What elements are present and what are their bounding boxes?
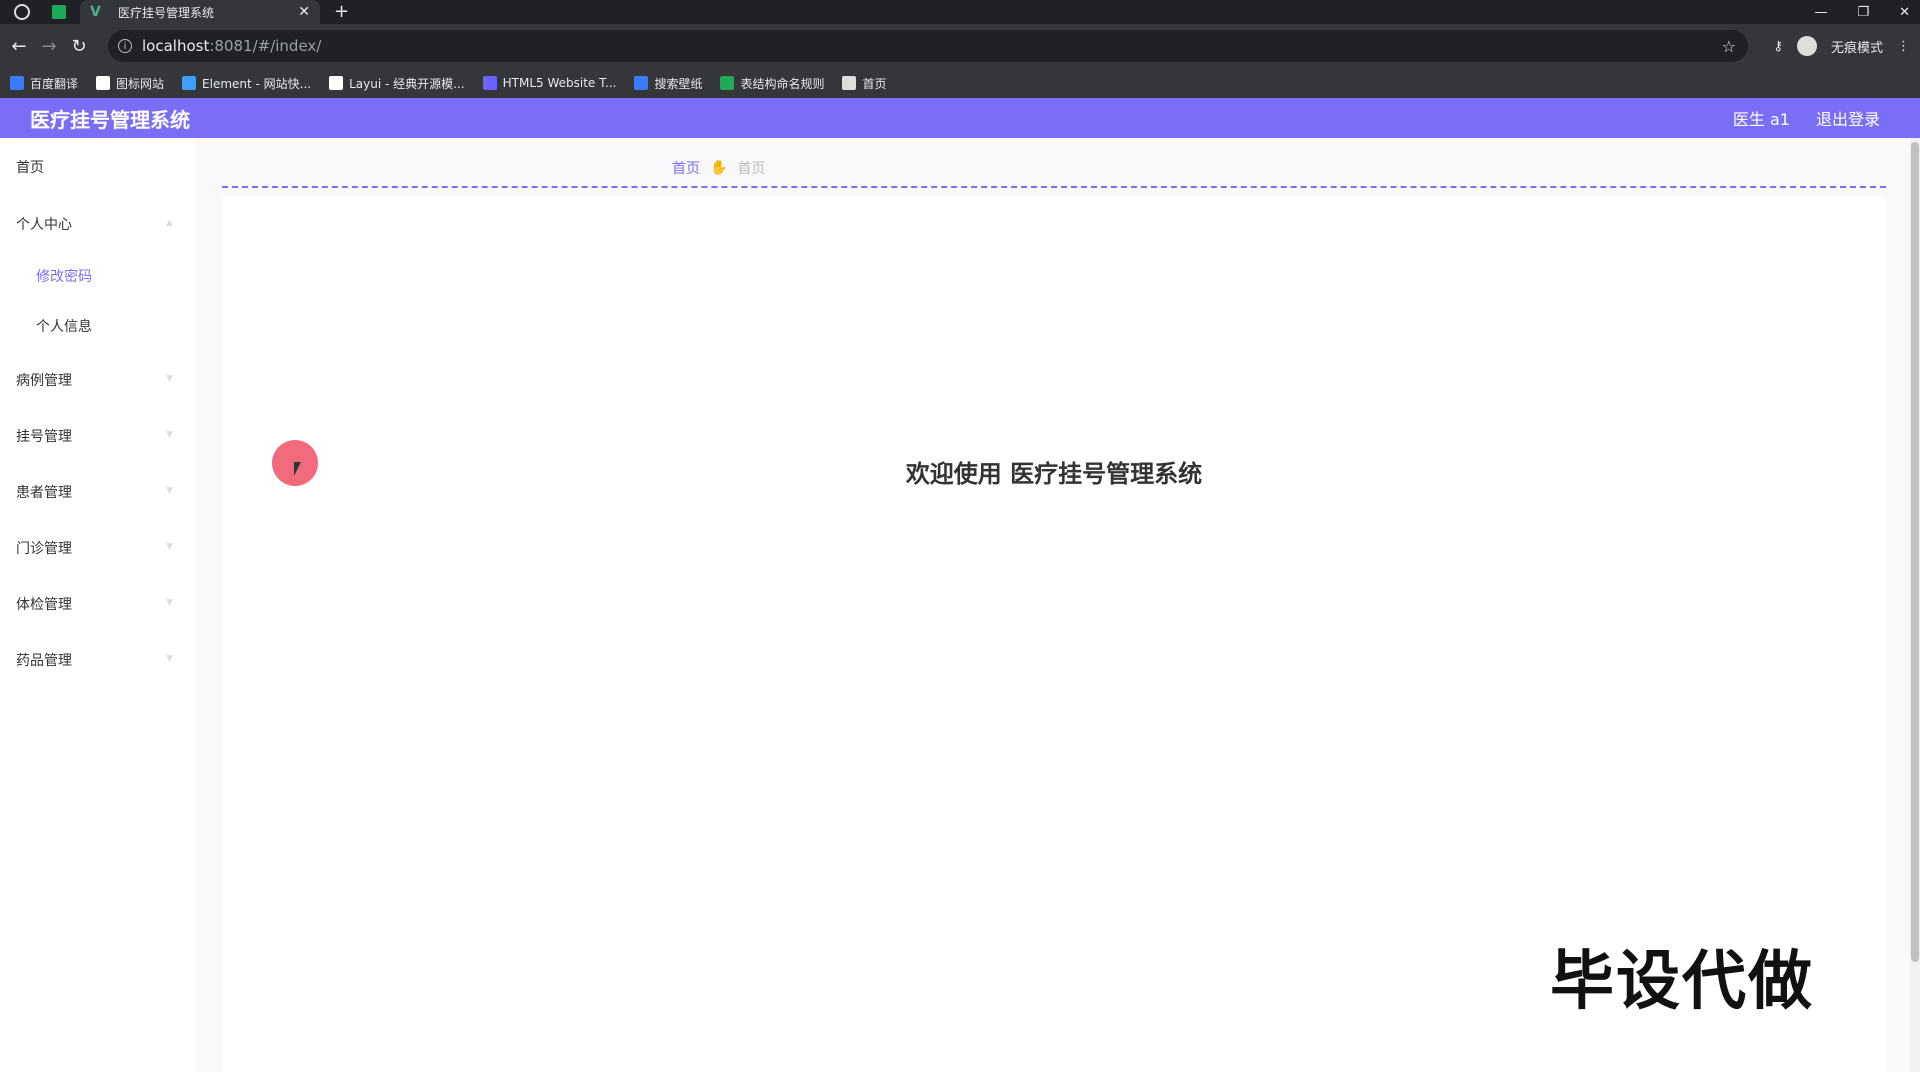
bookmark-label: 图标网站 — [116, 76, 165, 91]
chevron-down-icon: ▼ — [166, 598, 173, 608]
app-header: 医疗挂号管理系统 医生 a1 退出登录 — [0, 98, 1920, 138]
bookmark-label: Element - 网站快... — [202, 76, 312, 91]
close-window-icon[interactable]: ✕ — [1899, 5, 1910, 20]
reload-icon[interactable]: ↻ — [64, 36, 94, 57]
bookmark-favicon-icon — [634, 76, 649, 90]
logout-button[interactable]: 退出登录 — [1816, 106, 1880, 130]
page-scrollbar[interactable] — [1910, 138, 1920, 1072]
bookmark-item[interactable]: 图标网站 — [96, 75, 164, 92]
breadcrumb-current: 首页 — [737, 161, 766, 177]
breadcrumb-home[interactable]: 首页 — [672, 158, 700, 178]
sidebar-menu: 首页 个人中心 ▲ 修改密码 个人信息 病例管理 ▼ 挂号管理 ▼ 患者管理 ▼ 门诊管… — [0, 138, 196, 1072]
mouse-cursor-icon — [294, 462, 301, 476]
bookmark-item[interactable]: 百度翻译 — [10, 75, 78, 92]
bookmark-favicon-icon — [329, 76, 344, 90]
sidebar-item-label: 个人中心 — [16, 217, 72, 233]
new-tab-button[interactable]: + — [334, 1, 349, 22]
sidebar-item-registration[interactable]: 挂号管理 ▼ — [16, 426, 173, 446]
chevron-down-icon: ▼ — [166, 374, 173, 384]
breadcrumb-divider — [222, 186, 1886, 188]
sidebar-item-cases[interactable]: 病例管理 ▼ — [16, 370, 173, 390]
bookmarks-bar: 百度翻译 图标网站 Element - 网站快... Layui - 经典开源模...… — [0, 68, 1920, 98]
bookmark-label: Layui - 经典开源模... — [349, 76, 465, 91]
bookmark-favicon-icon — [720, 76, 735, 90]
bookmark-label: 搜索壁纸 — [654, 76, 703, 91]
scrollbar-thumb[interactable] — [1911, 142, 1919, 962]
key-icon[interactable]: ⚷ — [1773, 39, 1783, 54]
restore-icon[interactable]: ❐ — [1857, 5, 1869, 20]
minimize-icon[interactable]: — — [1814, 5, 1827, 20]
back-icon[interactable]: ← — [4, 36, 34, 57]
tab-close-icon[interactable]: ✕ — [298, 4, 310, 20]
bookmark-favicon-icon — [482, 76, 497, 90]
chevron-down-icon: ▼ — [166, 654, 173, 664]
breadcrumb-separator-icon: ✋ — [710, 160, 728, 176]
sidebar-item-patients[interactable]: 患者管理 ▼ — [16, 482, 173, 502]
bookmark-label: 百度翻译 — [30, 76, 79, 91]
breadcrumb: 首页 ✋ 首页 — [672, 158, 765, 178]
bookmark-label: 表结构命名规则 — [740, 76, 825, 91]
forward-icon[interactable]: → — [34, 36, 64, 57]
bookmark-item[interactable]: 首页 — [842, 75, 887, 92]
url-host: localhost — [142, 37, 210, 55]
current-user: 医生 a1 — [1732, 110, 1790, 129]
toolbar-right: ⚷ 无痕模式 ⋮ — [1773, 24, 1910, 68]
welcome-message: 欢迎使用 医疗挂号管理系统 — [905, 460, 1203, 488]
sidebar-item-personal-center[interactable]: 个人中心 ▲ — [16, 214, 173, 234]
window-controls: — ❐ ✕ — [1814, 0, 1910, 24]
bookmark-label: 首页 — [862, 76, 887, 91]
chevron-down-icon: ▼ — [166, 542, 173, 552]
menu-dots-icon[interactable]: ⋮ — [1897, 39, 1910, 54]
sidebar-item-label: 体检管理 — [16, 597, 72, 613]
sidebar-item-label: 门诊管理 — [16, 541, 72, 557]
bookmark-item[interactable]: 表结构命名规则 — [720, 75, 824, 92]
app-title: 医疗挂号管理系统 — [30, 107, 190, 132]
extension-icon[interactable] — [52, 5, 66, 19]
chevron-down-icon: ▼ — [166, 430, 173, 440]
vue-logo-icon: V — [90, 4, 101, 20]
sidebar-item-label: 患者管理 — [16, 485, 72, 501]
bookmark-favicon-icon — [10, 76, 24, 90]
bookmark-label: HTML5 Website T... — [502, 76, 617, 90]
sidebar-item-label: 首页 — [16, 160, 44, 176]
sidebar-item-label: 药品管理 — [16, 653, 72, 669]
url-path: :8081/#/index/ — [209, 37, 322, 55]
sidebar-item-medicine[interactable]: 药品管理 ▼ — [16, 650, 173, 670]
bookmark-item[interactable]: 搜索壁纸 — [634, 75, 702, 92]
sidebar-item-label: 挂号管理 — [16, 429, 72, 445]
globe-icon[interactable] — [14, 4, 30, 20]
bookmark-favicon-icon — [96, 76, 111, 90]
bookmark-item[interactable]: HTML5 Website T... — [482, 76, 617, 90]
bookmark-star-icon[interactable]: ☆ — [1722, 37, 1736, 56]
sidebar-item-checkup[interactable]: 体检管理 ▼ — [16, 594, 173, 614]
sidebar-item-label: 病例管理 — [16, 373, 72, 389]
incognito-label[interactable]: 无痕模式 — [1831, 37, 1883, 56]
incognito-icon[interactable] — [1796, 36, 1817, 56]
bookmark-favicon-icon — [182, 76, 197, 90]
chevron-down-icon: ▼ — [166, 486, 173, 496]
browser-tabstrip: V 医疗挂号管理系统 ✕ + — ❐ ✕ — [0, 0, 1920, 24]
bookmark-item[interactable]: Element - 网站快... — [182, 75, 311, 92]
sidebar-item-outpatient[interactable]: 门诊管理 ▼ — [16, 538, 173, 558]
bookmark-item[interactable]: Layui - 经典开源模... — [329, 75, 465, 92]
url-text: localhost:8081/#/index/ — [142, 37, 321, 55]
chevron-up-icon: ▲ — [166, 218, 173, 228]
header-user-area: 医生 a1 退出登录 — [1733, 98, 1880, 138]
browser-toolbar: ← → ↻ i localhost:8081/#/index/ ☆ ⚷ 无痕模式… — [0, 24, 1920, 68]
browser-tab[interactable]: V 医疗挂号管理系统 ✕ — [80, 0, 320, 24]
sidebar-subitem-profile[interactable]: 个人信息 — [36, 316, 92, 336]
sidebar-item-home[interactable]: 首页 — [16, 157, 44, 177]
address-bar[interactable]: i localhost:8081/#/index/ ☆ — [108, 30, 1748, 62]
tab-title: 医疗挂号管理系统 — [118, 5, 215, 20]
sidebar-subitem-change-password[interactable]: 修改密码 — [36, 266, 92, 286]
info-icon[interactable]: i — [118, 39, 132, 53]
watermark: 毕设代做 — [1550, 945, 1814, 1019]
bookmark-favicon-icon — [842, 76, 857, 90]
